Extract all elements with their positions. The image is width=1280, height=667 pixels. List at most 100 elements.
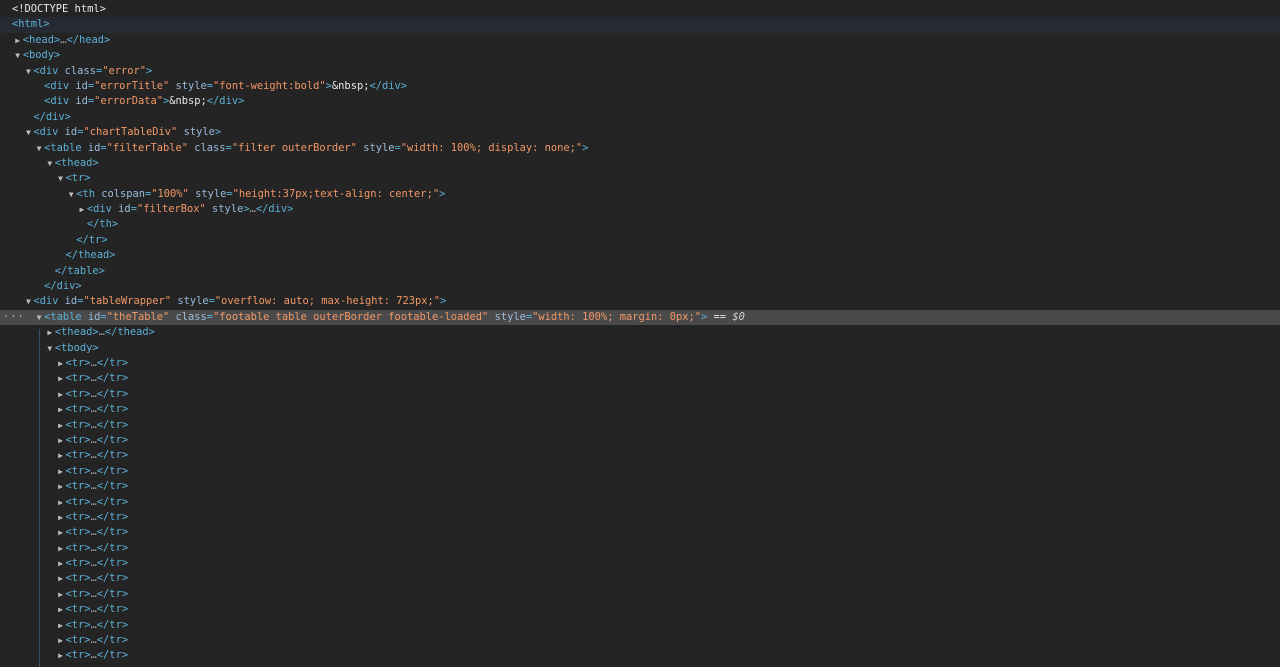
- dom-node-line[interactable]: ▶ <div id="filterBox" style>…</div>: [0, 202, 1280, 217]
- triangle-right-icon[interactable]: ▶: [56, 464, 66, 479]
- dom-node-line[interactable]: ▼ <th colspan="100%" style="height:37px;t…: [0, 187, 1280, 202]
- triangle-right-icon[interactable]: ▶: [56, 602, 66, 617]
- text-node: <!DOCTYPE html>: [12, 3, 106, 15]
- dom-node-line[interactable]: ▶ <tr>…</tr>: [0, 648, 1280, 663]
- tag-name: </div>: [44, 280, 82, 293]
- dom-node-line[interactable]: ▶ <tr>…</tr>: [0, 418, 1280, 433]
- dom-node-line[interactable]: ▶ <tr>…</tr>: [0, 464, 1280, 479]
- triangle-down-icon[interactable]: ▼: [23, 64, 33, 79]
- dom-node-line[interactable]: ▶ <tr>…</tr>: [0, 371, 1280, 386]
- dom-node-line[interactable]: ▶ <tr>…</tr>: [0, 602, 1280, 617]
- tag-name: <body>: [22, 49, 61, 62]
- triangle-down-icon[interactable]: ▼: [23, 125, 33, 140]
- triangle-right-icon[interactable]: ▶: [56, 479, 66, 494]
- dom-node-line[interactable]: ▶ <tr>…</tr>: [0, 633, 1280, 648]
- triangle-down-icon[interactable]: ▼: [45, 341, 55, 356]
- tag-name: >: [440, 295, 447, 308]
- tag-name: >: [214, 126, 222, 139]
- dom-node-line[interactable]: </div>: [0, 279, 1280, 294]
- tag-name: </th>: [86, 218, 119, 231]
- triangle-right-icon[interactable]: ▶: [56, 618, 66, 633]
- triangle-right-icon[interactable]: ▶: [56, 402, 66, 417]
- node-actions-icon[interactable]: ···: [3, 310, 25, 325]
- triangle-right-icon[interactable]: ▶: [56, 571, 66, 586]
- triangle-right-icon[interactable]: ▶: [45, 325, 55, 340]
- dom-node-line[interactable]: <div id="errorTitle" style="font-weight:…: [0, 79, 1280, 94]
- dom-node-line[interactable]: ▶ <tr>…</tr>: [0, 541, 1280, 556]
- dom-node-line[interactable]: ▶ <tr>…</tr>: [0, 448, 1280, 463]
- triangle-right-icon[interactable]: ▶: [77, 202, 87, 217]
- dom-node-line[interactable]: </th>: [0, 217, 1280, 232]
- triangle-right-icon[interactable]: ▶: [56, 525, 66, 540]
- dom-node-line[interactable]: ▶ <tr>…</tr>: [0, 402, 1280, 417]
- triangle-right-icon[interactable]: ▶: [56, 371, 66, 386]
- triangle-right-icon[interactable]: ▶: [56, 556, 66, 571]
- dom-node-line[interactable]: ▶ <tr>…</tr>: [0, 587, 1280, 602]
- triangle-right-icon[interactable]: ▶: [56, 648, 66, 663]
- dom-node-line[interactable]: ▼ <div id="tableWrapper" style="overflow:…: [0, 294, 1280, 309]
- dom-node-line[interactable]: ▶ <thead>…</thead>: [0, 325, 1280, 340]
- dom-node-line[interactable]: ▶ <head>…</head>: [0, 33, 1280, 48]
- dom-node-line[interactable]: ▶ <tr>…</tr>: [0, 387, 1280, 402]
- dom-node-line[interactable]: ▼ <table id="filterTable" class="filter o…: [0, 141, 1280, 156]
- triangle-down-icon[interactable]: ▼: [13, 48, 23, 63]
- attribute-name: id: [64, 295, 78, 308]
- dom-node-line[interactable]: </table>: [0, 264, 1280, 279]
- tag-name: <tr>: [65, 510, 91, 523]
- dom-node-line[interactable]: ▼ <tr>: [0, 171, 1280, 186]
- dom-node-line[interactable]: ▶ <tr>…</tr>: [0, 618, 1280, 633]
- dom-node-line[interactable]: ▶ <tr>…</tr>: [0, 479, 1280, 494]
- triangle-right-icon[interactable]: ▶: [56, 418, 66, 433]
- dom-node-line[interactable]: <!DOCTYPE html>: [0, 2, 1280, 17]
- dom-node-line[interactable]: ▶ <tr>…</tr>: [0, 356, 1280, 371]
- attribute-value: "errorTitle": [94, 79, 170, 92]
- dom-node-line[interactable]: <div id="errorData">&nbsp;</div>: [0, 94, 1280, 109]
- triangle-right-icon[interactable]: ▶: [13, 33, 23, 48]
- attribute-name: class: [175, 310, 207, 323]
- attribute-name: id: [75, 95, 88, 108]
- tag-name: </tr>: [96, 433, 129, 446]
- dom-node-line[interactable]: ▶ <tr>…</tr>: [0, 556, 1280, 571]
- triangle-down-icon[interactable]: ▼: [23, 294, 33, 309]
- dom-node-line[interactable]: ▶ <tr>…</tr>: [0, 525, 1280, 540]
- triangle-down-icon[interactable]: ▼: [45, 156, 55, 171]
- triangle-right-icon[interactable]: ▶: [56, 587, 66, 602]
- triangle-down-icon[interactable]: ▼: [66, 187, 76, 202]
- dom-node-line[interactable]: ▶ <tr>…</tr>: [0, 510, 1280, 525]
- tag-name: >: [582, 141, 589, 154]
- tag-name: </tr>: [96, 464, 129, 477]
- triangle-right-icon[interactable]: ▶: [56, 633, 66, 648]
- dom-node-line[interactable]: <html>: [0, 17, 1280, 33]
- triangle-right-icon[interactable]: ▶: [56, 541, 66, 556]
- dom-node-line[interactable]: ▼ <thead>: [0, 156, 1280, 171]
- triangle-right-icon[interactable]: ▶: [56, 433, 66, 448]
- triangle-right-icon[interactable]: ▶: [56, 387, 66, 402]
- tag-name: <div: [33, 64, 65, 77]
- triangle-down-icon[interactable]: ▼: [34, 310, 44, 325]
- tag-name: <tr>: [65, 572, 91, 585]
- triangle-down-icon[interactable]: ▼: [56, 171, 66, 186]
- dom-node-line[interactable]: ▼ <div id="chartTableDiv" style>: [0, 125, 1280, 140]
- dom-node-line[interactable]: ▼ <body>: [0, 48, 1280, 63]
- dom-node-line[interactable]: </thead>: [0, 248, 1280, 263]
- dom-node-line[interactable]: ··· ▼ <table id="theTable" class="footable…: [0, 309, 1280, 326]
- dom-node-line[interactable]: </div>: [0, 110, 1280, 125]
- dom-node-line[interactable]: ▶ <tr>…</tr>: [0, 571, 1280, 586]
- tag-name: <tr>: [65, 449, 91, 462]
- tag-name: </thead>: [65, 249, 116, 262]
- dom-node-line[interactable]: ▼ <div class="error">: [0, 64, 1280, 79]
- dom-tree[interactable]: <!DOCTYPE html> <html> ▶ <head>…</head> ▼ <bo…: [0, 2, 1280, 664]
- triangle-right-icon[interactable]: ▶: [56, 356, 66, 371]
- dom-node-line[interactable]: ▶ <tr>…</tr>: [0, 495, 1280, 510]
- triangle-down-icon[interactable]: ▼: [34, 141, 44, 156]
- triangle-right-icon[interactable]: ▶: [56, 448, 66, 463]
- triangle-right-icon[interactable]: ▶: [56, 495, 66, 510]
- triangle-right-icon[interactable]: ▶: [56, 510, 66, 525]
- dom-node-line[interactable]: ▶ <tr>…</tr>: [0, 433, 1280, 448]
- attribute-name: id: [87, 310, 101, 323]
- dom-node-line[interactable]: </tr>: [0, 233, 1280, 248]
- tag-name: <tr>: [65, 464, 91, 477]
- tag-name: </tr>: [96, 495, 129, 508]
- dom-node-line[interactable]: ▼ <tbody>: [0, 341, 1280, 356]
- tag-name: <tr>: [65, 541, 91, 554]
